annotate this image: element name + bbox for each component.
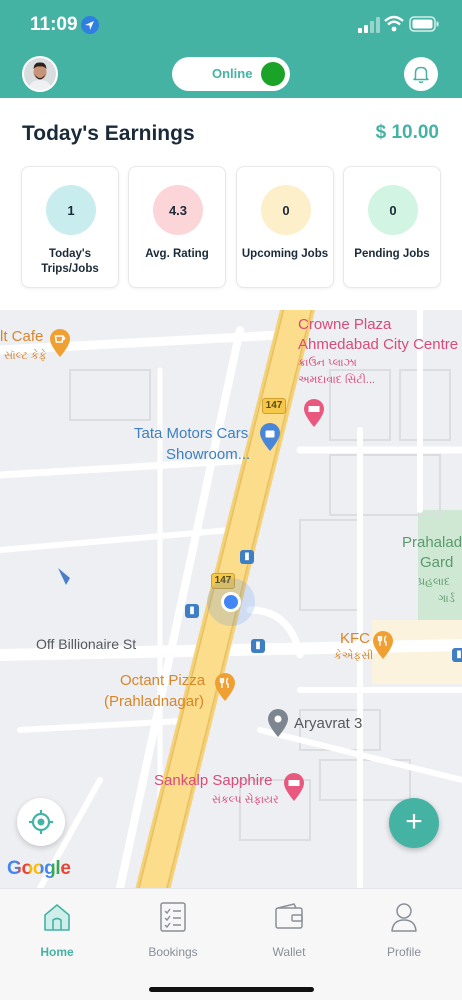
google-attribution: Google xyxy=(7,858,71,879)
home-indicator xyxy=(149,987,314,992)
hotel-pin-icon[interactable] xyxy=(282,772,306,802)
top-header: 11:09 Online xyxy=(0,0,462,98)
avatar[interactable] xyxy=(22,56,58,92)
map-label-prahlad-sub-2: ગાર્ડ xyxy=(438,593,455,605)
location-arrow-icon xyxy=(81,16,99,34)
map-label-road: Off Billionaire St xyxy=(36,636,137,652)
earnings-panel: Today's Earnings $ 10.00 1 Today's Trips… xyxy=(0,98,462,310)
bus-stop-icon[interactable]: ▮ xyxy=(452,648,462,662)
earnings-title: Today's Earnings xyxy=(22,122,195,145)
tab-wallet[interactable]: Wallet xyxy=(244,901,334,961)
person-icon xyxy=(391,903,417,932)
map-label-kfc-sub: કેએફસી xyxy=(334,650,374,662)
avatar-photo xyxy=(24,58,56,90)
checklist-icon xyxy=(160,902,186,932)
signal-icon xyxy=(358,17,380,33)
place-pin-icon[interactable] xyxy=(266,708,290,738)
bus-stop-icon[interactable]: ▮ xyxy=(185,604,199,618)
hotel-pin-icon[interactable] xyxy=(302,398,326,428)
tab-profile[interactable]: Profile xyxy=(359,901,449,961)
map-label-cafe-sub: સૉલ્ટ કેફે xyxy=(4,350,47,362)
bus-stop-icon[interactable]: ▮ xyxy=(251,639,265,653)
tab-label: Bookings xyxy=(148,945,198,959)
map-label-octant-2: (Prahladnagar) xyxy=(104,693,205,710)
map-label-kfc: KFC xyxy=(340,630,370,647)
stat-value-circle: 0 xyxy=(368,185,418,235)
map-view[interactable]: lt Cafe સૉલ્ટ કેફે Crowne Plaza Ahmedaba… xyxy=(0,310,462,888)
status-time: 11:09 xyxy=(30,14,78,35)
stat-card-trips[interactable]: 1 Today's Trips/Jobs xyxy=(21,166,119,288)
notifications-button[interactable] xyxy=(404,57,438,91)
my-location-button[interactable] xyxy=(17,798,65,846)
map-label-cafe: lt Cafe xyxy=(0,328,44,345)
battery-icon xyxy=(409,16,439,32)
map-label-crowne-2: Ahmedabad City Centre xyxy=(298,336,459,353)
stat-label: Avg. Rating xyxy=(145,248,209,260)
map-label-octant: Octant Pizza xyxy=(120,672,206,689)
stat-value-circle: 0 xyxy=(261,185,311,235)
map-label-sankalp-sub: સંકલ્પ સેફાયર xyxy=(212,794,279,806)
stat-label: Today's Trips/Jobs xyxy=(41,248,99,275)
map-label-crowne-sub: ક્રાઉન પ્લાઝા xyxy=(298,357,357,369)
stat-card-rating[interactable]: 4.3 Avg. Rating xyxy=(128,166,226,288)
map-label-tata-2: Showroom... xyxy=(166,446,251,463)
cafe-pin-icon[interactable] xyxy=(48,328,72,358)
map-label-prahlad-2: Gard xyxy=(420,554,454,571)
map-label-sankalp: Sankalp Sapphire xyxy=(154,772,273,789)
current-location-dot xyxy=(221,592,241,612)
map-label-aryavrat: Aryavrat 3 xyxy=(294,715,363,732)
earnings-amount: $ 10.00 xyxy=(375,122,439,143)
tab-label: Profile xyxy=(386,945,421,959)
map-label-tata: Tata Motors Cars xyxy=(134,425,249,442)
tab-label: Home xyxy=(40,945,74,959)
map-label-crowne: Crowne Plaza xyxy=(298,316,392,333)
tab-label: Wallet xyxy=(272,945,306,959)
stat-card-pending[interactable]: 0 Pending Jobs xyxy=(343,166,441,288)
map-label-prahlad: Prahalad xyxy=(402,534,462,551)
add-button[interactable]: + xyxy=(389,798,439,848)
stat-value-circle: 1 xyxy=(46,185,96,235)
stat-label: Pending Jobs xyxy=(354,248,430,260)
tab-bookings[interactable]: Bookings xyxy=(128,901,218,961)
stat-card-upcoming[interactable]: 0 Upcoming Jobs xyxy=(236,166,334,288)
shopping-pin-icon[interactable] xyxy=(258,422,282,452)
online-toggle-knob xyxy=(261,62,285,86)
online-label: Online xyxy=(212,66,253,81)
route-147-badge: 147 xyxy=(262,398,286,414)
restaurant-pin-icon[interactable] xyxy=(371,630,395,660)
bottom-tab-bar: Home Bookings Wallet Profile xyxy=(0,888,462,1000)
map-label-prahlad-sub: પ્રહલાદ xyxy=(418,576,451,588)
home-icon xyxy=(44,904,70,931)
wallet-icon xyxy=(275,903,303,929)
map-label-crowne-sub-2: અમદાવાદ સિટી... xyxy=(298,374,376,386)
bell-icon xyxy=(413,66,429,84)
current-location-marker xyxy=(207,578,255,626)
wifi-icon xyxy=(384,15,404,32)
stat-label: Upcoming Jobs xyxy=(241,248,329,260)
stat-value-circle: 4.3 xyxy=(153,185,203,235)
online-toggle[interactable]: Online xyxy=(172,57,290,91)
bus-stop-icon[interactable]: ▮ xyxy=(240,550,254,564)
crosshair-icon xyxy=(29,810,53,834)
tab-home[interactable]: Home xyxy=(12,901,102,961)
restaurant-pin-icon[interactable] xyxy=(213,672,237,702)
status-bar: 11:09 xyxy=(0,0,462,50)
